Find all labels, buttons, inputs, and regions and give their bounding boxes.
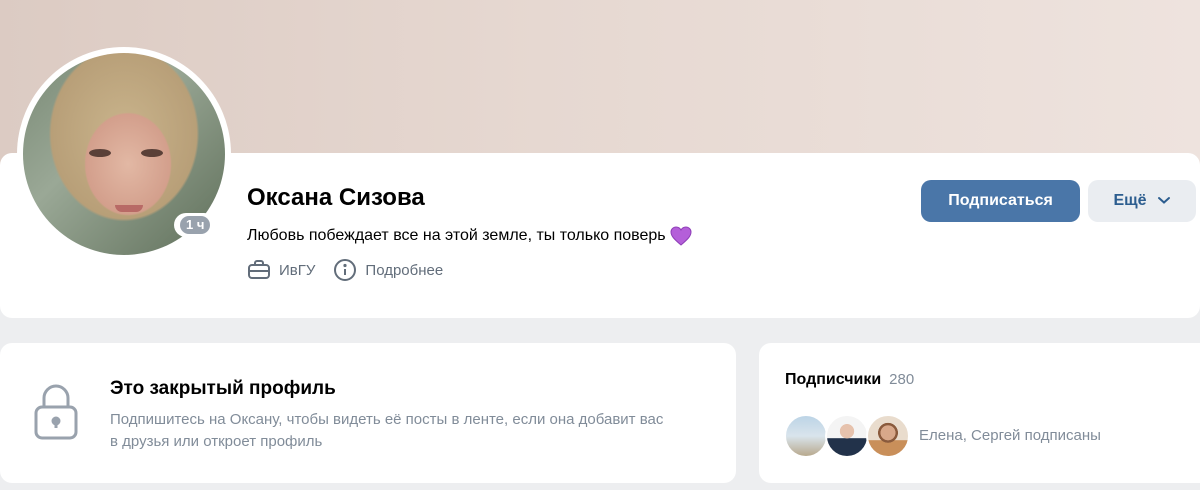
more-button[interactable]: Ещё	[1088, 180, 1196, 222]
follower-avatar[interactable]	[866, 414, 910, 458]
purple-heart-icon	[670, 226, 692, 246]
follower-avatar[interactable]	[784, 414, 828, 458]
profile-status: Любовь побеждает все на этой земле, ты т…	[247, 225, 692, 247]
more-button-label: Ещё	[1113, 192, 1147, 209]
followers-count: 280	[889, 371, 915, 388]
lock-icon	[32, 383, 80, 446]
briefcase-icon	[247, 259, 271, 281]
followers-header[interactable]: Подписчики 280	[785, 370, 914, 390]
online-status-badge: 1 ч	[174, 213, 217, 237]
online-status-text: 1 ч	[180, 216, 211, 234]
profile-status-text: Любовь побеждает все на этой земле, ты т…	[247, 227, 666, 244]
closed-profile-description: Подпишитесь на Оксану, чтобы видеть её п…	[110, 411, 664, 450]
subscribe-button[interactable]: Подписаться	[921, 180, 1080, 222]
followers-card	[759, 343, 1200, 483]
avatar-eye	[89, 149, 111, 157]
mutual-followers-text[interactable]: Елена, Сергей подписаны	[919, 425, 1101, 447]
profile-meta: ИвГУ Подробнее	[247, 258, 461, 282]
followers-title: Подписчики	[785, 371, 882, 388]
follower-avatar[interactable]	[825, 414, 869, 458]
education-item[interactable]: ИвГУ	[247, 259, 315, 281]
details-link[interactable]: Подробнее	[333, 258, 443, 282]
details-label: Подробнее	[365, 261, 444, 279]
chevron-down-icon	[1157, 192, 1171, 210]
avatar-mouth	[115, 205, 143, 212]
closed-profile-title: Это закрытый профиль	[110, 378, 336, 399]
avatar-eye	[141, 149, 163, 157]
info-icon	[333, 258, 357, 282]
education-label: ИвГУ	[279, 261, 316, 279]
profile-name: Оксана Сизова	[247, 184, 425, 211]
